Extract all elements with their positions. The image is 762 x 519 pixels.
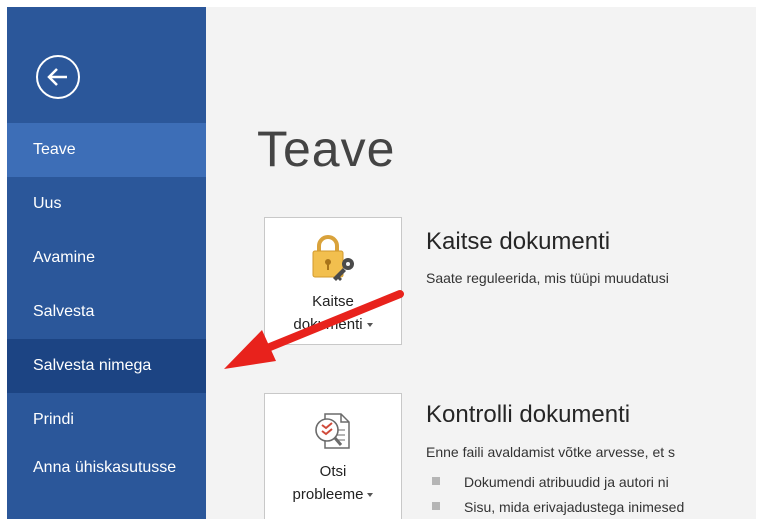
nav-item-share[interactable]: Anna ühiskasutusse — [7, 447, 206, 519]
tile-label-line: dokumenti — [293, 316, 363, 333]
tile-label-line: probleeme — [292, 486, 364, 503]
nav-item-label: Anna ühiskasutusse — [33, 459, 177, 476]
list-item-text: Sisu, mida erivajadustega inimesed — [464, 499, 685, 515]
tile-label-line-with-dropdown: dokumenti — [265, 313, 401, 336]
nav-item-new[interactable]: Uus — [7, 177, 206, 231]
nav-item-label: Teave — [33, 141, 76, 158]
backstage-sidebar: Teave Uus Avamine Salvesta Salvesta nime… — [7, 7, 206, 519]
protect-section-description: Saate reguleerida, mis tüüpi muudatusi — [426, 270, 669, 286]
list-item: Sisu, mida erivajadustega inimesed — [426, 498, 684, 519]
back-button[interactable] — [36, 55, 80, 99]
chevron-down-icon — [366, 323, 373, 328]
check-for-issues-button[interactable]: Otsi probleeme — [264, 393, 402, 519]
inspect-document-icon — [315, 413, 350, 449]
back-arrow-icon — [47, 68, 67, 86]
nav-item-label: Salvesta nimega — [33, 357, 152, 374]
check-for-issues-label: Otsi probleeme — [265, 460, 401, 506]
bullet-square-icon — [432, 502, 440, 510]
nav-item-label: Salvesta — [33, 303, 95, 320]
tile-label-line: Kaitse — [312, 293, 354, 310]
nav-item-label: Uus — [33, 195, 62, 212]
tile-label-line: Otsi — [319, 463, 347, 480]
nav-item-label: Prindi — [33, 411, 74, 428]
nav-item-info[interactable]: Teave — [7, 123, 206, 177]
tile-label-line-with-dropdown: probleeme — [265, 483, 401, 506]
bullet-square-icon — [432, 477, 440, 485]
info-panel: Teave Kaitse dokumenti Kaitse dokumenti … — [206, 7, 756, 519]
inspect-section-title: Kontrolli dokumenti — [426, 401, 631, 428]
inspect-section-description: Enne faili avaldamist võtke arvesse, et … — [426, 444, 676, 460]
protect-document-button[interactable]: Kaitse dokumenti — [264, 217, 402, 345]
list-item-text: Dokumendi atribuudid ja autori ni — [464, 474, 669, 490]
nav-item-open[interactable]: Avamine — [7, 231, 206, 285]
inspect-bullet-list: Dokumendi atribuudid ja autori ni Sisu, … — [426, 473, 684, 519]
lock-key-icon — [312, 235, 354, 281]
nav-item-save[interactable]: Salvesta — [7, 285, 206, 339]
nav-item-save-as[interactable]: Salvesta nimega — [7, 339, 206, 393]
protect-section-title: Kaitse dokumenti — [426, 228, 611, 255]
page-title: Teave — [257, 121, 396, 177]
nav-item-label: Avamine — [33, 249, 95, 266]
list-item: Dokumendi atribuudid ja autori ni — [426, 473, 684, 498]
nav-item-print[interactable]: Prindi — [7, 393, 206, 447]
chevron-down-icon — [367, 493, 374, 498]
backstage-view: Teave Uus Avamine Salvesta Salvesta nime… — [0, 0, 762, 519]
backstage-nav: Teave Uus Avamine Salvesta Salvesta nime… — [7, 123, 206, 519]
protect-document-label: Kaitse dokumenti — [265, 290, 401, 336]
